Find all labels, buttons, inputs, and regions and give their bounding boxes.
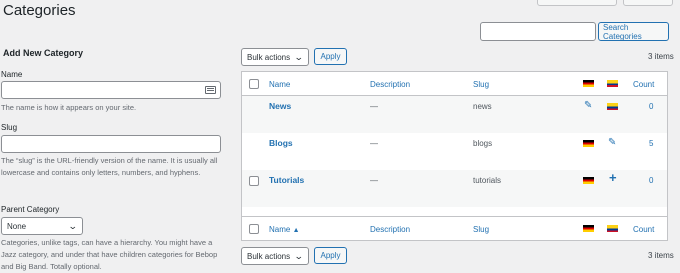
slug-label: Slug	[1, 123, 18, 132]
parent-category-value: None	[7, 221, 27, 231]
row-description: —	[370, 102, 378, 111]
row-checkbox[interactable]	[249, 176, 259, 186]
search-categories-button[interactable]: Search Categories	[598, 22, 669, 41]
items-count-top: 3 items	[648, 52, 674, 61]
table-row: Tutorials — tutorials + 0	[242, 170, 667, 207]
top-toolbar-button[interactable]	[537, 0, 617, 6]
flag-icon[interactable]	[583, 177, 594, 184]
row-count[interactable]: 0	[649, 176, 653, 185]
column-description[interactable]: Description	[370, 80, 410, 89]
pencil-icon[interactable]: ✎	[608, 138, 616, 148]
flag-co-icon	[607, 225, 618, 232]
form-heading: Add New Category	[3, 48, 84, 58]
column-count[interactable]: Count	[633, 80, 654, 89]
top-toolbar-button[interactable]	[623, 0, 673, 6]
column-count[interactable]: Count	[633, 225, 654, 234]
table-row: Blogs — blogs ✎ 5	[242, 133, 667, 170]
apply-button-bottom[interactable]: Apply	[314, 247, 347, 264]
column-name[interactable]: Name ▲	[269, 225, 300, 234]
parent-category-select[interactable]: None ⌄	[1, 217, 83, 235]
select-all-checkbox[interactable]	[249, 79, 259, 89]
row-slug: blogs	[473, 139, 493, 148]
row-count[interactable]: 0	[649, 102, 653, 111]
row-description: —	[370, 139, 378, 148]
flag-icon[interactable]	[607, 103, 618, 110]
page-title: Categories	[3, 2, 76, 19]
flag-co-icon	[607, 80, 618, 87]
row-slug: tutorials	[473, 176, 502, 185]
chevron-down-icon: ⌄	[68, 221, 79, 231]
bulk-actions-select-bottom[interactable]: Bulk actions ⌄	[241, 247, 309, 265]
parent-category-help: Categories, unlike tags, can have a hier…	[1, 238, 218, 271]
flag-de-icon	[583, 80, 594, 87]
row-name-link[interactable]: Tutorials	[269, 175, 304, 185]
name-field[interactable]	[1, 81, 221, 99]
slug-field[interactable]	[1, 135, 221, 153]
flag-icon[interactable]	[583, 140, 594, 147]
table-header: Name Description Slug Count	[242, 72, 667, 96]
pencil-icon[interactable]: ✎	[584, 101, 592, 111]
column-slug[interactable]: Slug	[473, 80, 489, 89]
search-input[interactable]	[480, 22, 596, 41]
name-help: The name is how it appears on your site.	[1, 103, 137, 112]
row-count[interactable]: 5	[649, 139, 653, 148]
flag-de-icon	[583, 225, 594, 232]
column-name[interactable]: Name	[269, 80, 290, 89]
apply-button-top[interactable]: Apply	[314, 48, 347, 65]
select-all-checkbox-bottom[interactable]	[249, 224, 259, 234]
table-footer: Name ▲ Description Slug Count	[242, 216, 667, 240]
bulk-actions-select-top[interactable]: Bulk actions ⌄	[241, 48, 309, 66]
column-name-label: Name	[269, 225, 291, 234]
column-slug[interactable]: Slug	[473, 225, 489, 234]
parent-category-label: Parent Category	[1, 205, 60, 214]
categories-table: Name Description Slug Count News — news …	[241, 71, 668, 241]
row-name-link[interactable]: Blogs	[269, 138, 293, 148]
sort-ascending-icon: ▲	[292, 227, 300, 234]
chevron-down-icon: ⌄	[294, 251, 305, 261]
column-description[interactable]: Description	[370, 225, 410, 234]
bulk-actions-label: Bulk actions	[247, 251, 291, 261]
slug-help: The “slug” is the URL-friendly version o…	[1, 156, 218, 177]
row-description: —	[370, 176, 378, 185]
items-count-bottom: 3 items	[648, 251, 674, 260]
chevron-down-icon: ⌄	[294, 52, 305, 62]
table-row: News — news ✎ 0	[242, 96, 667, 133]
plus-icon[interactable]: +	[609, 171, 617, 184]
row-name-link[interactable]: News	[269, 101, 291, 111]
name-label: Name	[1, 70, 23, 79]
row-slug: news	[473, 102, 492, 111]
bulk-actions-label: Bulk actions	[247, 52, 291, 62]
keyboard-icon[interactable]	[205, 86, 216, 94]
